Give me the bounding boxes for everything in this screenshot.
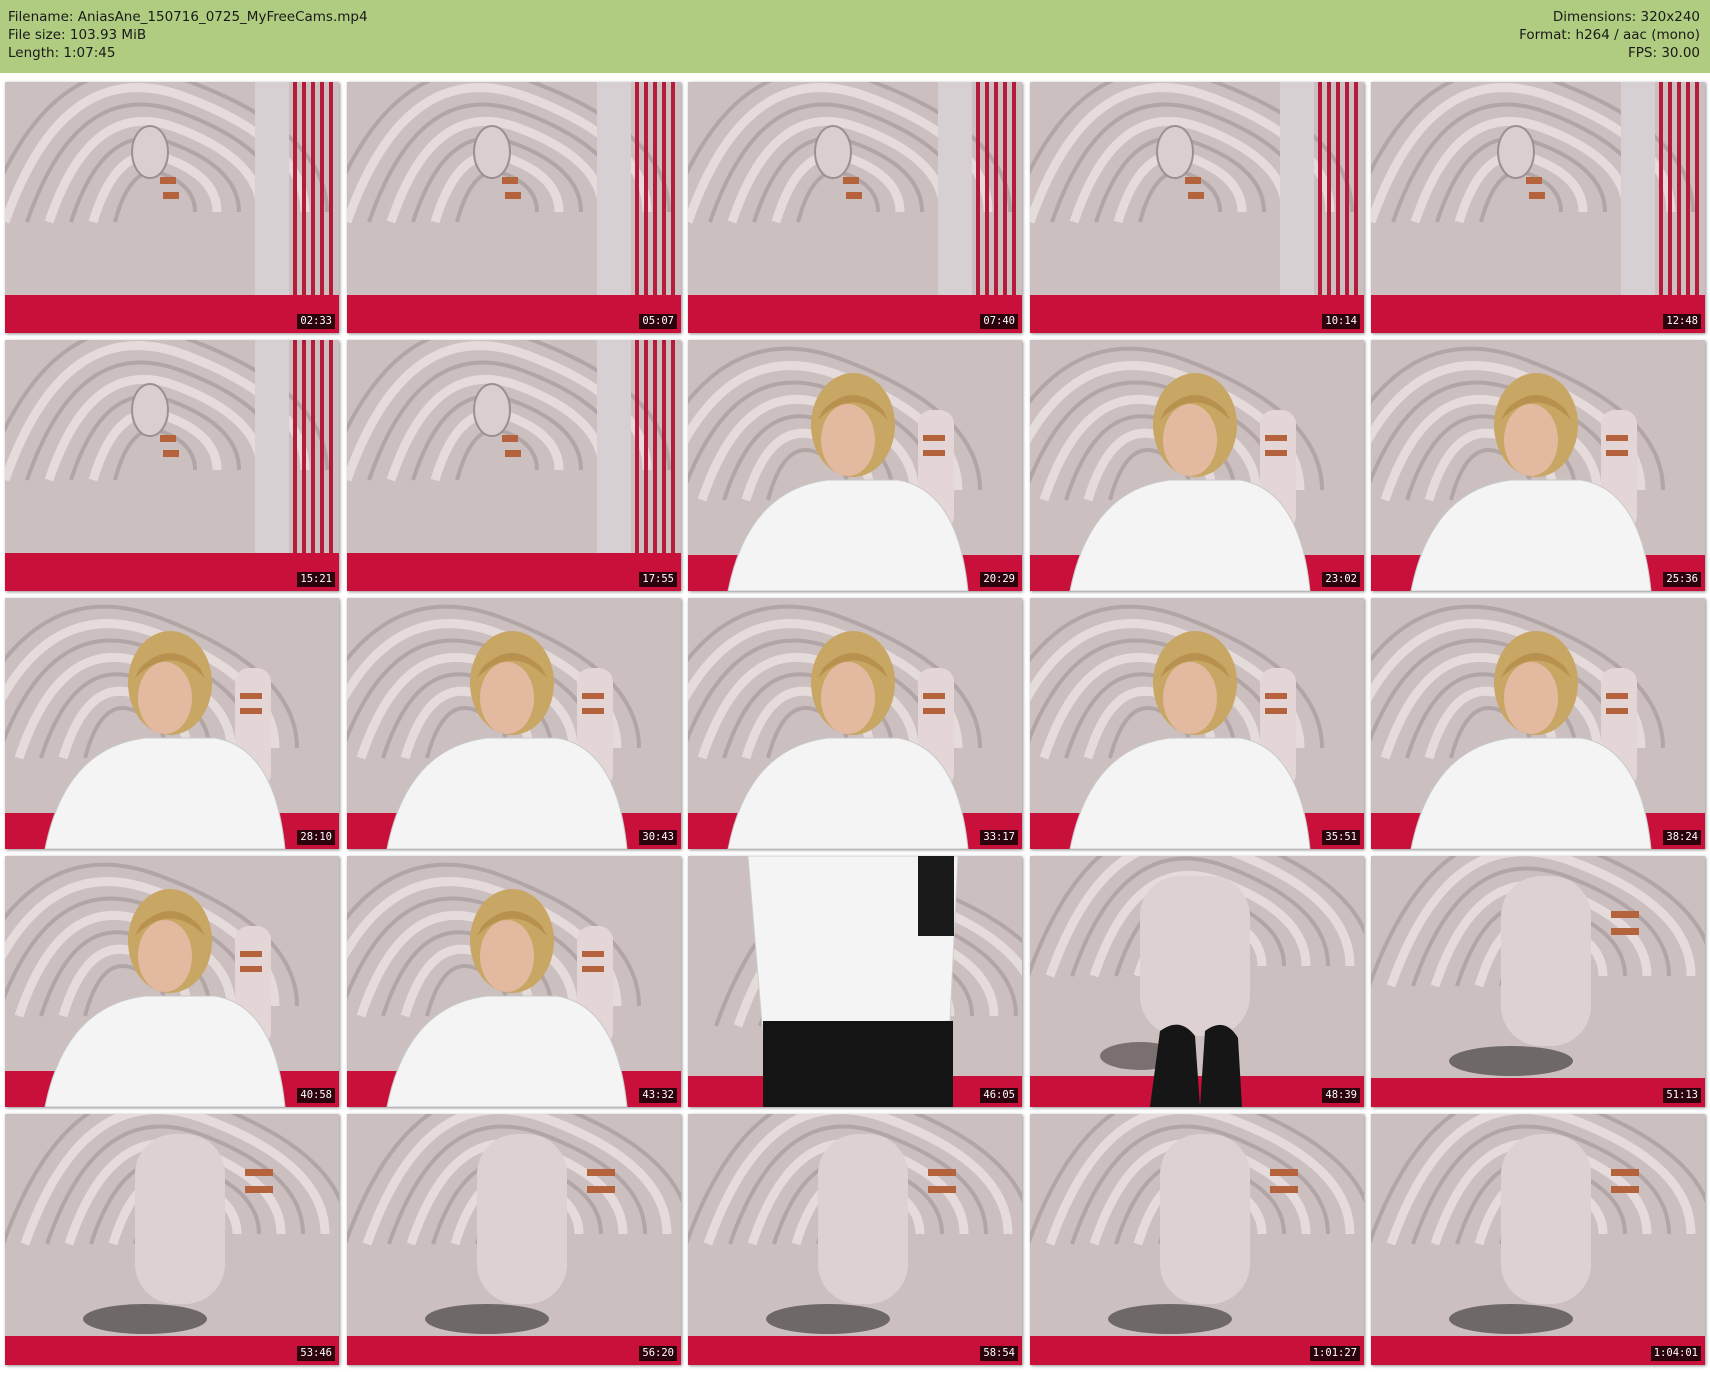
- thumbnail-frame-image: [347, 340, 681, 591]
- file-info-right: Dimensions: 320x240 Format: h264 / aac (…: [1519, 8, 1700, 62]
- timestamp-label: 10:14: [1322, 314, 1360, 329]
- thumbnail-frame-image: [347, 598, 681, 849]
- video-thumbnail: 07:40: [688, 82, 1022, 333]
- video-thumbnail: 23:02: [1030, 340, 1364, 591]
- timestamp-label: 35:51: [1322, 830, 1360, 845]
- thumbnail-frame-image: [1371, 1114, 1705, 1365]
- timestamp-label: 58:54: [980, 1346, 1018, 1361]
- thumbnail-frame-image: [5, 82, 339, 333]
- timestamp-label: 15:21: [297, 572, 335, 587]
- video-thumbnail: 1:01:27: [1030, 1114, 1364, 1365]
- video-thumbnail: 58:54: [688, 1114, 1022, 1365]
- timestamp-label: 40:58: [297, 1088, 335, 1103]
- thumbnail-frame-image: [1030, 598, 1364, 849]
- fps-text: FPS: 30.00: [1628, 45, 1700, 61]
- video-thumbnail: 12:48: [1371, 82, 1705, 333]
- video-thumbnail: 53:46: [5, 1114, 339, 1365]
- file-info-left: Filename: AniasAne_150716_0725_MyFreeCam…: [8, 8, 368, 62]
- video-thumbnail: 38:24: [1371, 598, 1705, 849]
- timestamp-label: 38:24: [1663, 830, 1701, 845]
- timestamp-label: 05:07: [639, 314, 677, 329]
- thumbnail-frame-image: [688, 1114, 1022, 1365]
- video-thumbnail: 51:13: [1371, 856, 1705, 1107]
- thumbnail-grid: 02:33 05:07 07:40 10:14 12:48 15:21 17:55 20:29…: [5, 82, 1705, 1372]
- info-header: Filename: AniasAne_150716_0725_MyFreeCam…: [0, 0, 1710, 73]
- video-thumbnail: 28:10: [5, 598, 339, 849]
- thumbnail-frame-image: [1030, 856, 1364, 1107]
- timestamp-label: 43:32: [639, 1088, 677, 1103]
- thumbnail-frame-image: [688, 82, 1022, 333]
- video-thumbnail: 46:05: [688, 856, 1022, 1107]
- video-thumbnail: 35:51: [1030, 598, 1364, 849]
- thumbnail-frame-image: [347, 82, 681, 333]
- thumbnail-frame-image: [688, 598, 1022, 849]
- timestamp-label: 1:01:27: [1309, 1346, 1360, 1361]
- thumbnail-frame-image: [1371, 598, 1705, 849]
- video-thumbnail: 10:14: [1030, 82, 1364, 333]
- format-text: Format: h264 / aac (mono): [1519, 27, 1700, 43]
- timestamp-label: 33:17: [980, 830, 1018, 845]
- thumbnail-frame-image: [1030, 82, 1364, 333]
- video-thumbnail: 20:29: [688, 340, 1022, 591]
- filesize-text: File size: 103.93 MiB: [8, 27, 147, 43]
- thumbnail-frame-image: [1030, 1114, 1364, 1365]
- timestamp-label: 28:10: [297, 830, 335, 845]
- timestamp-label: 30:43: [639, 830, 677, 845]
- timestamp-label: 25:36: [1663, 572, 1701, 587]
- timestamp-label: 12:48: [1663, 314, 1701, 329]
- thumbnail-frame-image: [1371, 82, 1705, 333]
- thumbnail-frame-image: [347, 1114, 681, 1365]
- timestamp-label: 23:02: [1322, 572, 1360, 587]
- timestamp-label: 51:13: [1663, 1088, 1701, 1103]
- timestamp-label: 07:40: [980, 314, 1018, 329]
- video-thumbnail: 56:20: [347, 1114, 681, 1365]
- timestamp-label: 46:05: [980, 1088, 1018, 1103]
- video-thumbnail: 30:43: [347, 598, 681, 849]
- thumbnail-frame-image: [688, 340, 1022, 591]
- length-text: Length: 1:07:45: [8, 45, 116, 61]
- thumbnail-frame-image: [1030, 340, 1364, 591]
- thumbnail-frame-image: [347, 856, 681, 1107]
- thumbnail-frame-image: [5, 1114, 339, 1365]
- video-thumbnail: 25:36: [1371, 340, 1705, 591]
- timestamp-label: 20:29: [980, 572, 1018, 587]
- video-thumbnail: 43:32: [347, 856, 681, 1107]
- timestamp-label: 56:20: [639, 1346, 677, 1361]
- video-thumbnail: 48:39: [1030, 856, 1364, 1107]
- thumbnail-frame-image: [688, 856, 1022, 1107]
- video-thumbnail: 05:07: [347, 82, 681, 333]
- video-thumbnail: 02:33: [5, 82, 339, 333]
- video-thumbnail: 40:58: [5, 856, 339, 1107]
- dimensions-text: Dimensions: 320x240: [1552, 9, 1700, 25]
- video-thumbnail: 15:21: [5, 340, 339, 591]
- thumbnail-frame-image: [5, 598, 339, 849]
- timestamp-label: 48:39: [1322, 1088, 1360, 1103]
- video-thumbnail: 17:55: [347, 340, 681, 591]
- video-thumbnail: 33:17: [688, 598, 1022, 849]
- timestamp-label: 17:55: [639, 572, 677, 587]
- thumbnail-frame-image: [1371, 856, 1705, 1107]
- timestamp-label: 1:04:01: [1650, 1346, 1701, 1361]
- filename-text: Filename: AniasAne_150716_0725_MyFreeCam…: [8, 9, 368, 25]
- thumbnail-frame-image: [5, 340, 339, 591]
- timestamp-label: 53:46: [297, 1346, 335, 1361]
- timestamp-label: 02:33: [297, 314, 335, 329]
- thumbnail-frame-image: [1371, 340, 1705, 591]
- video-thumbnail: 1:04:01: [1371, 1114, 1705, 1365]
- thumbnail-frame-image: [5, 856, 339, 1107]
